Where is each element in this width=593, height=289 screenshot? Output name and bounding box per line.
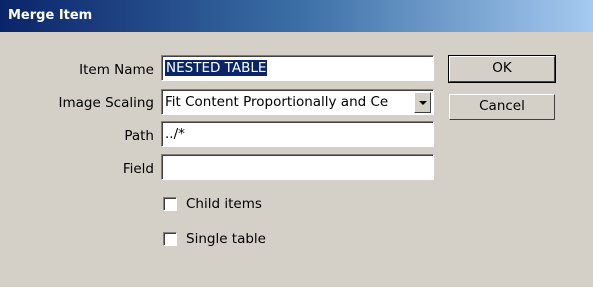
path-input[interactable]: ../*: [161, 121, 434, 147]
single-table-checkbox[interactable]: [163, 232, 177, 246]
field-label: Field: [122, 161, 154, 177]
ok-button[interactable]: OK: [448, 55, 556, 83]
merge-item-dialog: Merge Item Item Name NESTED TABLE Image …: [0, 0, 593, 287]
child-items-checkbox[interactable]: [163, 197, 177, 211]
item-name-value: NESTED TABLE: [165, 60, 268, 76]
title-bar[interactable]: Merge Item: [0, 0, 593, 32]
image-scaling-value: Fit Content Proportionally and Ce: [165, 94, 389, 110]
item-name-label: Item Name: [79, 62, 154, 78]
path-label: Path: [124, 128, 154, 144]
item-name-input[interactable]: NESTED TABLE: [161, 55, 434, 81]
image-scaling-select[interactable]: Fit Content Proportionally and Ce: [161, 89, 434, 115]
cancel-button[interactable]: Cancel: [449, 94, 555, 120]
path-value: ../*: [165, 126, 185, 142]
child-items-label[interactable]: Child items: [186, 196, 262, 212]
chevron-down-icon[interactable]: [414, 92, 431, 113]
field-input[interactable]: [161, 154, 434, 180]
window-title: Merge Item: [8, 8, 93, 23]
image-scaling-label: Image Scaling: [58, 95, 154, 111]
single-table-label[interactable]: Single table: [186, 231, 266, 247]
